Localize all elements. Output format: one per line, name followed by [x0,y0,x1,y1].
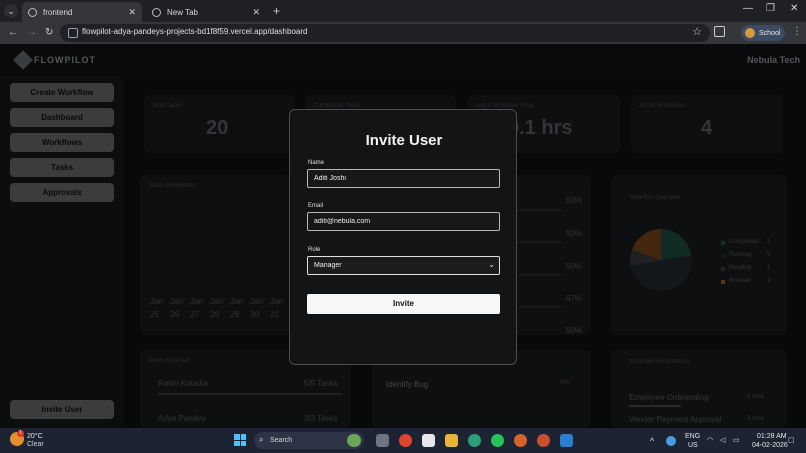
browser-tab-strip: ⌄ frontend ✕ New Tab ✕ + — ❐ ✕ [0,0,806,22]
email-field[interactable] [307,212,500,231]
edge-icon[interactable] [468,434,481,447]
close-window-icon[interactable]: ✕ [790,3,798,14]
browser-toolbar: ← → ↻ flowpilot-adya-pandeys-projects-bd… [0,22,806,44]
search-highlight-icon [347,434,361,447]
role-selected-value: Manager [314,262,342,269]
tray-overflow-icon[interactable]: ^ [650,436,654,446]
windows-taskbar: 1 20°C Clear ⌕ Search ^ ENG US ◠ ◁ ▭ 01:… [0,428,806,453]
email-label: Email [308,203,324,209]
store-icon[interactable] [422,434,435,447]
notification-badge: 1 [17,430,24,437]
chevron-down-icon: ⌄ [488,260,495,269]
name-field[interactable] [307,169,500,188]
whatsapp-icon[interactable] [491,434,504,447]
forward-icon[interactable]: → [27,26,37,40]
bookmark-star-icon[interactable]: ☆ [692,25,702,38]
tab-frontend[interactable]: frontend ✕ [22,2,142,22]
url-text: flowpilot-adya-pandeys-projects-bd1f8f59… [82,27,308,36]
taskbar-search[interactable]: ⌕ Search [254,432,364,449]
close-tab-icon[interactable]: ✕ [128,7,136,18]
volume-icon[interactable]: ◁ [720,436,725,444]
search-label: Search [270,437,293,444]
new-tab-button[interactable]: + [273,4,280,18]
tab-label: frontend [43,7,73,17]
name-label: Name [308,160,325,166]
weather-temp: 20°C [27,433,43,440]
clock-time[interactable]: 01:28 AM [757,433,787,440]
tab-list-icon[interactable]: ⌄ [4,4,18,18]
invite-user-modal: Invite User Name Email Role Manager ⌄ In… [289,109,517,365]
chrome-profile-icon[interactable] [537,434,550,447]
vscode-icon[interactable] [560,434,573,447]
restore-icon[interactable]: ❐ [766,3,775,14]
battery-icon[interactable]: ▭ [733,436,740,444]
back-icon[interactable]: ← [8,26,18,40]
wifi-icon[interactable]: ◠ [707,436,713,444]
address-bar[interactable]: flowpilot-adya-pandeys-projects-bd1f8f59… [60,24,710,42]
chrome-profile-icon[interactable] [514,434,527,447]
globe-icon [28,7,37,17]
chrome-icon[interactable] [399,434,412,447]
profile-label: School [759,29,781,37]
role-label: Role [308,247,321,253]
extensions-icon[interactable] [714,26,725,37]
role-select[interactable]: Manager ⌄ [307,256,500,275]
clock-date[interactable]: 04-02-2026 [752,442,788,449]
minimize-icon[interactable]: — [743,3,753,14]
tab-label: New Tab [167,7,198,17]
reload-icon[interactable]: ↻ [45,26,53,40]
invite-button[interactable]: Invite [307,294,500,314]
close-tab-icon[interactable]: ✕ [252,7,260,18]
globe-icon [152,7,161,17]
site-info-icon[interactable] [68,28,78,38]
tab-new-tab[interactable]: New Tab ✕ [146,2,266,22]
notifications-icon[interactable]: ▢ [788,436,795,444]
start-windows-icon[interactable] [234,434,246,446]
search-icon: ⌕ [259,435,264,444]
language-line2[interactable]: US [688,442,698,449]
onedrive-icon[interactable] [666,436,676,446]
menu-icon[interactable]: ⋮ [792,26,802,37]
task-view-icon[interactable] [376,434,389,447]
profile-button[interactable]: School [741,25,785,41]
avatar [745,28,755,38]
file-explorer-icon[interactable] [445,434,458,447]
weather-condition: Clear [27,441,44,448]
language-line1[interactable]: ENG [685,433,700,440]
modal-title: Invite User [365,132,443,149]
